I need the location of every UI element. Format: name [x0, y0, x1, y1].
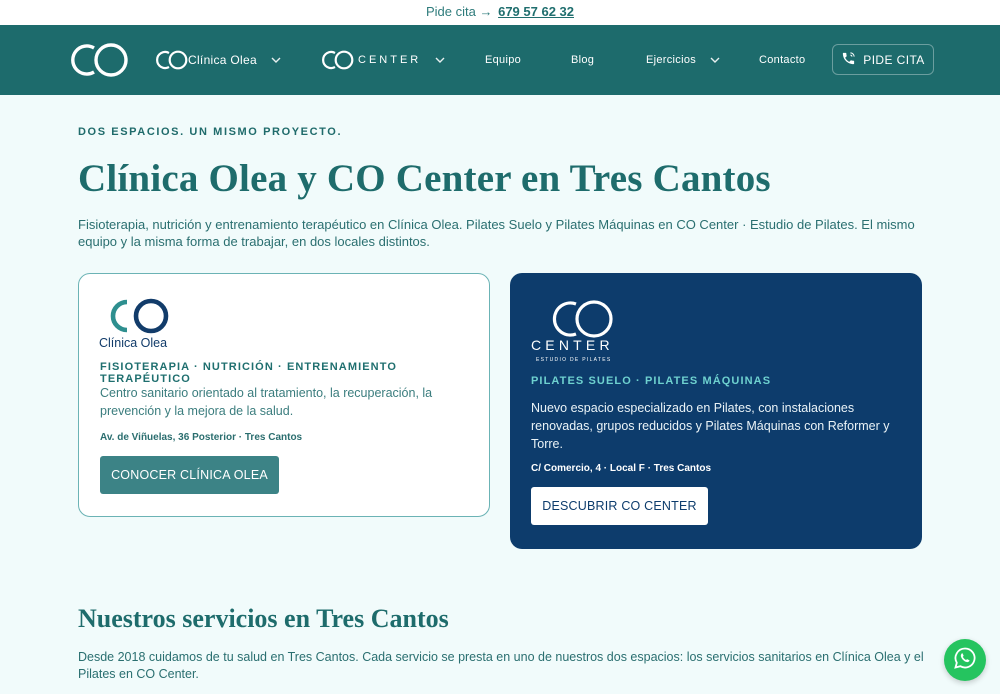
- co-center-logo: CENTER ESTUDIO DE PILATES: [530, 295, 630, 370]
- nav-co-center[interactable]: CENTER: [320, 25, 445, 95]
- descubrir-center-button[interactable]: DESCUBRIR CO CENTER: [531, 487, 708, 525]
- co-center-card: CENTER ESTUDIO DE PILATES PILATES SUELO …: [510, 273, 922, 549]
- nav-blog[interactable]: Blog: [571, 25, 594, 95]
- center-subtitle: PILATES SUELO · PILATES MÁQUINAS: [531, 375, 772, 387]
- hero-eyebrow: DOS ESPACIOS. UN MISMO PROYECTO.: [78, 126, 343, 138]
- clinica-address: Av. de Viñuelas, 36 Posterior · Tres Can…: [100, 432, 303, 443]
- services-text: Desde 2018 cuidamos de tu salud en Tres …: [78, 650, 924, 681]
- services-title: Nuestros servicios en Tres Cantos: [78, 604, 449, 633]
- top-bar: Pide cita → 679 57 62 32: [0, 0, 1000, 25]
- page-title: Clínica Olea y CO Center en Tres Cantos: [78, 157, 771, 200]
- chevron-down-icon: [710, 55, 720, 66]
- clinica-olea-card: Clínica Olea FISIOTERAPIA · NUTRICIÓN · …: [78, 273, 490, 517]
- whatsapp-button[interactable]: [944, 639, 986, 681]
- top-bar-text: Pide cita →: [425, 4, 493, 19]
- top-bar-phone-link[interactable]: 679 57 62 32: [498, 4, 574, 19]
- site-logo[interactable]: [66, 41, 130, 84]
- nav-ejercicios[interactable]: Ejercicios: [646, 25, 720, 95]
- pide-cita-label: PIDE CITA: [863, 52, 925, 67]
- clinica-subtitle: FISIOTERAPIA · NUTRICIÓN · ENTRENAMIENTO…: [100, 361, 397, 385]
- nav-center-label: CENTER: [358, 54, 422, 66]
- center-logo-tagline: ESTUDIO DE PILATES: [536, 357, 612, 363]
- pide-cita-button[interactable]: PIDE CITA: [832, 44, 934, 75]
- hero-intro: Fisioterapia, nutrición y entrenamiento …: [78, 217, 915, 249]
- clinica-logo-caption: Clínica Olea: [99, 336, 168, 350]
- center-description: Nuevo espacio especializado en Pilates, …: [531, 401, 890, 451]
- nav-ejercicios-label: Ejercicios: [646, 54, 697, 66]
- nav-equipo[interactable]: Equipo: [485, 25, 521, 95]
- nav-contacto[interactable]: Contacto: [759, 25, 805, 95]
- conocer-clinica-button[interactable]: CONOCER CLÍNICA OLEA: [100, 456, 279, 494]
- nav-clinica-olea[interactable]: Clínica Olea: [154, 25, 281, 95]
- chevron-down-icon: [435, 55, 445, 66]
- clinica-description: Centro sanitario orientado al tratamient…: [100, 386, 433, 418]
- phone-icon: [841, 51, 863, 69]
- nav-clinica-label: Clínica Olea: [188, 53, 257, 67]
- clinica-olea-logo: Clínica Olea: [99, 296, 179, 357]
- whatsapp-icon: [953, 646, 977, 675]
- main-nav: Clínica Olea CENTER Equipo Blog Ejercici…: [0, 25, 1000, 95]
- chevron-down-icon: [271, 55, 281, 66]
- center-address: C/ Comercio, 4 · Local F · Tres Cantos: [531, 463, 712, 474]
- center-logo-word: CENTER: [531, 337, 614, 353]
